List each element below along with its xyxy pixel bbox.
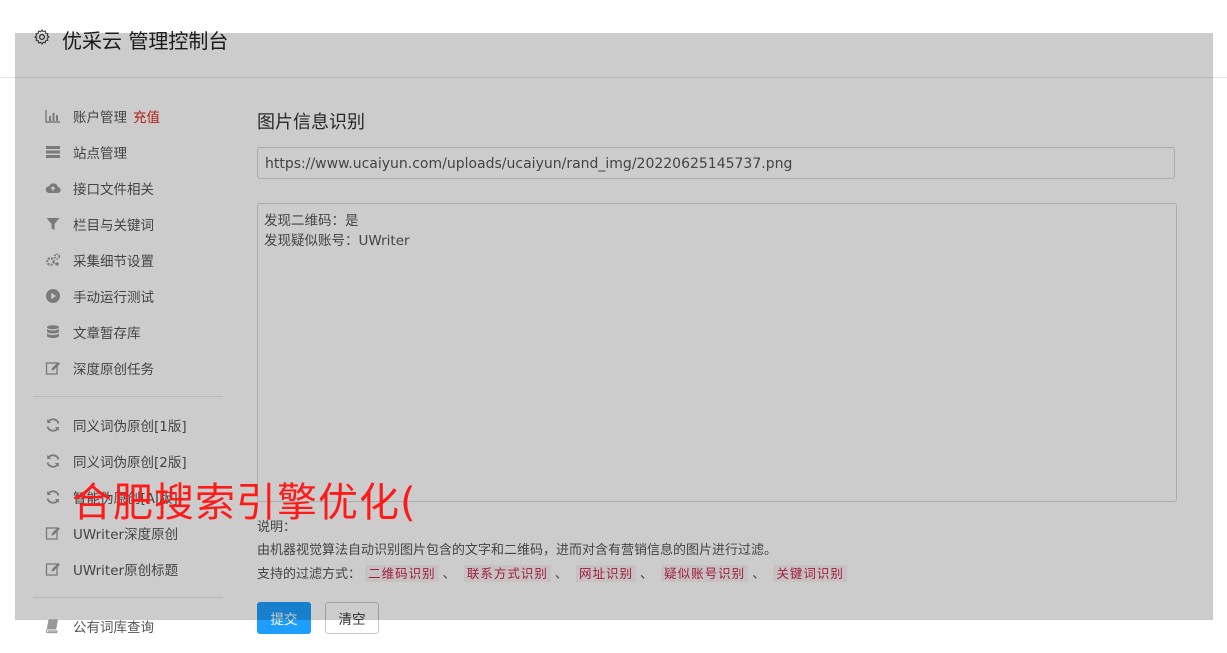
filter-tag-qrcode: 二维码识别 [365, 565, 439, 582]
sidebar-item-deep-original[interactable]: 深度原创任务 [33, 350, 223, 386]
page: 优采云 管理控制台 账户管理 充值 站点管理 接口文件相关 栏目与关键词 采集细… [0, 0, 1227, 653]
sidebar-item-smart-rewrite[interactable]: 智能伪原创[AI版] [33, 479, 223, 515]
filter-separator: 、 [752, 567, 766, 582]
sidebar-item-label: 公有词库查询 [73, 620, 154, 636]
top-bar: 优采云 管理控制台 [0, 6, 1227, 78]
filter-icon [45, 216, 61, 232]
sidebar-item-label: 同义词伪原创[1版] [73, 419, 187, 435]
sidebar-item-manual-test[interactable]: 手动运行测试 [33, 278, 223, 314]
sidebar-item-label: 手动运行测试 [73, 290, 154, 306]
filter-tag-contact: 联系方式识别 [463, 565, 551, 582]
filter-tag-keyword: 关键词识别 [773, 565, 847, 582]
filter-methods: 支持的过滤方式： 二维码识别、 联系方式识别、 网址识别、 疑似账号识别、 关键… [257, 562, 1177, 586]
filter-separator: 、 [640, 567, 654, 582]
edit-icon [45, 561, 61, 577]
book-icon [45, 618, 61, 634]
sidebar-item-label: 接口文件相关 [73, 182, 154, 198]
sidebar-item-label: 采集细节设置 [73, 254, 154, 270]
sidebar-item-public-lexicon[interactable]: 公有词库查询 [33, 608, 223, 644]
result-line: 发现疑似账号：UWriter [264, 233, 410, 249]
sidebar-item-collect-settings[interactable]: 采集细节设置 [33, 242, 223, 278]
refresh-icon [45, 453, 61, 469]
database-icon [45, 324, 61, 340]
sidebar-item-label: UWriter原创标题 [73, 563, 179, 579]
bar-chart-icon [45, 108, 61, 124]
sidebar-item-synonym-v2[interactable]: 同义词伪原创[2版] [33, 443, 223, 479]
page-title: 图片信息识别 [257, 112, 365, 133]
sidebar-item-label: 同义词伪原创[2版] [73, 455, 187, 471]
sidebar: 账户管理 充值 站点管理 接口文件相关 栏目与关键词 采集细节设置 手动运行测试… [33, 98, 223, 644]
filter-separator: 、 [554, 567, 568, 582]
sidebar-item-label: 栏目与关键词 [73, 218, 154, 234]
filter-tag-url: 网址识别 [576, 565, 637, 582]
notes-label: 说明： [257, 520, 297, 535]
server-icon [45, 144, 61, 160]
sidebar-item-uwriter-deep[interactable]: UWriter深度原创 [33, 515, 223, 551]
sidebar-item-synonym-v1[interactable]: 同义词伪原创[1版] [33, 407, 223, 443]
notes-description: 由机器视觉算法自动识别图片包含的文字和二维码，进而对含有营销信息的图片进行过滤。 [257, 543, 778, 558]
refresh-icon [45, 489, 61, 505]
sidebar-item-columns-keywords[interactable]: 栏目与关键词 [33, 206, 223, 242]
edit-icon [45, 525, 61, 541]
filter-tag-suspect-account: 疑似账号识别 [661, 565, 749, 582]
image-url-input[interactable]: https://www.ucaiyun.com/uploads/ucaiyun/… [257, 147, 1175, 179]
sidebar-item-label: UWriter深度原创 [73, 527, 179, 543]
result-textarea[interactable]: 发现二维码：是 发现疑似账号：UWriter [257, 203, 1177, 502]
sidebar-item-label: 智能伪原创[AI版] [73, 491, 178, 507]
main-content: 图片信息识别 https://www.ucaiyun.com/uploads/u… [257, 108, 1177, 634]
sidebar-item-label: 文章暂存库 [73, 326, 141, 342]
recharge-link[interactable]: 充值 [133, 106, 160, 126]
notes: 说明： 由机器视觉算法自动识别图片包含的文字和二维码，进而对含有营销信息的图片进… [257, 516, 1177, 586]
edit-icon [45, 360, 61, 376]
sidebar-item-sites[interactable]: 站点管理 [33, 134, 223, 170]
sidebar-divider [33, 597, 223, 598]
sidebar-divider [33, 396, 223, 397]
gear-icon[interactable] [33, 28, 51, 46]
sidebar-item-interface-files[interactable]: 接口文件相关 [33, 170, 223, 206]
submit-button[interactable]: 提交 [257, 602, 311, 634]
cloud-upload-icon [45, 180, 61, 196]
filter-label: 支持的过滤方式： [257, 567, 362, 582]
sidebar-item-label: 站点管理 [73, 146, 127, 162]
sidebar-item-label: 账户管理 [73, 110, 127, 126]
clear-button[interactable]: 清空 [325, 602, 379, 634]
sidebar-item-uwriter-title[interactable]: UWriter原创标题 [33, 551, 223, 587]
result-line: 发现二维码：是 [264, 213, 359, 229]
play-circle-icon [45, 288, 61, 304]
sidebar-item-article-storage[interactable]: 文章暂存库 [33, 314, 223, 350]
refresh-icon [45, 417, 61, 433]
gears-icon [45, 252, 61, 268]
filter-separator: 、 [442, 567, 456, 582]
sidebar-item-label: 深度原创任务 [73, 362, 154, 378]
console-title: 优采云 管理控制台 [62, 29, 229, 53]
sidebar-item-account[interactable]: 账户管理 充值 [33, 98, 223, 134]
